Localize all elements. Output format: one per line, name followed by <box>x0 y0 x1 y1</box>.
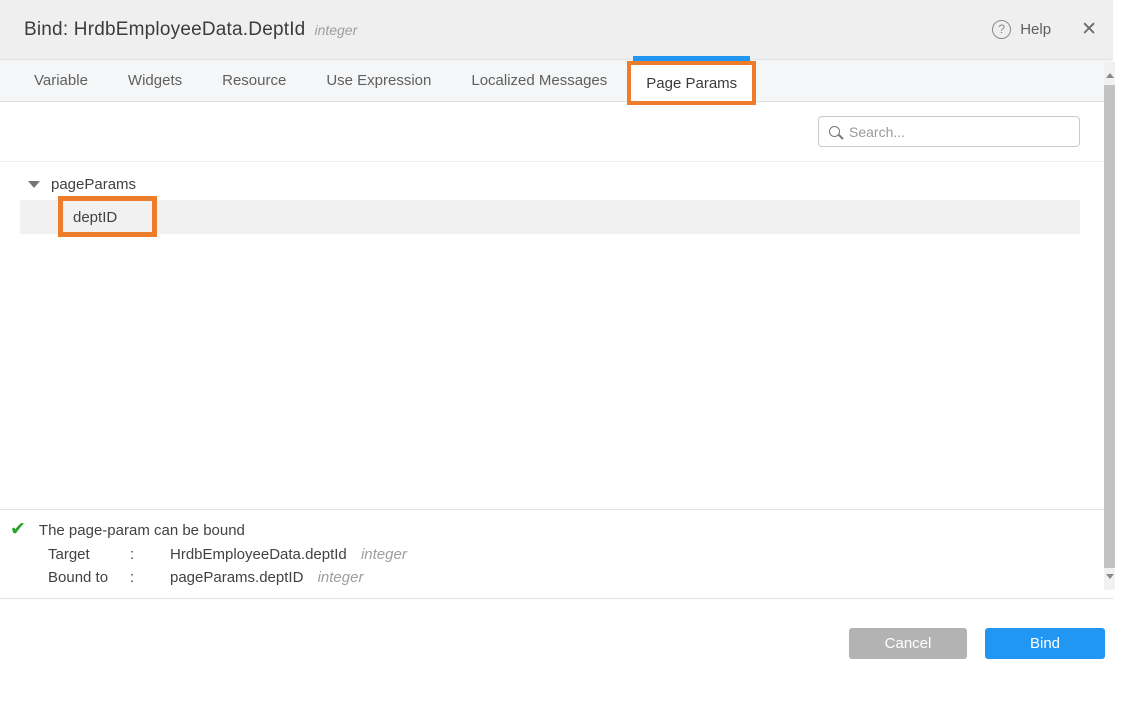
tab-variable[interactable]: Variable <box>14 60 108 101</box>
help-label[interactable]: Help <box>1020 21 1051 38</box>
tab-page-params[interactable]: Page Params <box>627 61 756 105</box>
tab-resource[interactable]: Resource <box>202 60 306 101</box>
boundto-value-wrap: pageParams.deptID integer <box>170 569 1113 586</box>
tab-page-params-label: Page Params <box>646 75 737 92</box>
cancel-button[interactable]: Cancel <box>849 628 967 659</box>
bind-button[interactable]: Bind <box>985 628 1105 659</box>
tab-localized-messages[interactable]: Localized Messages <box>451 60 627 101</box>
caret-down-icon[interactable] <box>28 181 40 188</box>
boundto-type: integer <box>318 569 364 586</box>
status-boundto-row: Bound to : pageParams.deptID integer <box>48 569 1113 586</box>
search-box[interactable] <box>818 116 1080 147</box>
status-message-row: ✔ The page-param can be bound <box>10 520 1113 540</box>
target-separator: : <box>130 546 170 563</box>
dialog-header: Bind: HrdbEmployeeData.DeptId integer ? … <box>0 0 1113 59</box>
check-icon: ✔ <box>10 520 26 540</box>
dialog-title: Bind: HrdbEmployeeData.DeptId <box>24 19 305 41</box>
active-tab-indicator <box>633 56 750 61</box>
tab-widgets[interactable]: Widgets <box>108 60 202 101</box>
scrollbar-thumb[interactable] <box>1104 85 1115 568</box>
scroll-down-arrow-icon[interactable] <box>1106 574 1114 579</box>
tree-node-deptid-label[interactable]: deptID <box>73 209 117 226</box>
close-icon[interactable]: ✕ <box>1081 18 1097 41</box>
tree-node-deptid[interactable]: deptID <box>20 200 1080 234</box>
help-button[interactable]: ? Help <box>992 20 1051 39</box>
scroll-up-arrow-icon[interactable] <box>1106 73 1114 78</box>
target-value-wrap: HrdbEmployeeData.deptId integer <box>170 546 1113 563</box>
tree-node-pageparams[interactable]: pageParams <box>0 169 1113 200</box>
bind-dialog: Bind: HrdbEmployeeData.DeptId integer ? … <box>0 0 1113 659</box>
target-type: integer <box>361 546 407 563</box>
search-input[interactable] <box>849 124 1049 140</box>
search-icon <box>829 126 840 137</box>
boundto-value: pageParams.deptID <box>170 569 303 586</box>
tab-bar: Variable Widgets Resource Use Expression… <box>0 59 1113 102</box>
help-icon[interactable]: ? <box>992 20 1011 39</box>
status-target-row: Target : HrdbEmployeeData.deptId integer <box>48 546 1113 563</box>
tree-node-pageparams-label[interactable]: pageParams <box>51 176 136 193</box>
tab-use-expression[interactable]: Use Expression <box>306 60 451 101</box>
vertical-scrollbar[interactable] <box>1104 62 1115 590</box>
page-params-tree: pageParams deptID <box>0 162 1113 509</box>
target-value: HrdbEmployeeData.deptId <box>170 546 347 563</box>
boundto-label: Bound to <box>48 569 130 586</box>
dialog-footer: Cancel Bind <box>0 599 1113 659</box>
toolbar <box>0 102 1113 162</box>
status-message: The page-param can be bound <box>39 522 245 539</box>
dialog-title-type: integer <box>314 22 357 38</box>
binding-status-panel: ✔ The page-param can be bound Target : H… <box>0 509 1113 599</box>
boundto-separator: : <box>130 569 170 586</box>
target-label: Target <box>48 546 130 563</box>
